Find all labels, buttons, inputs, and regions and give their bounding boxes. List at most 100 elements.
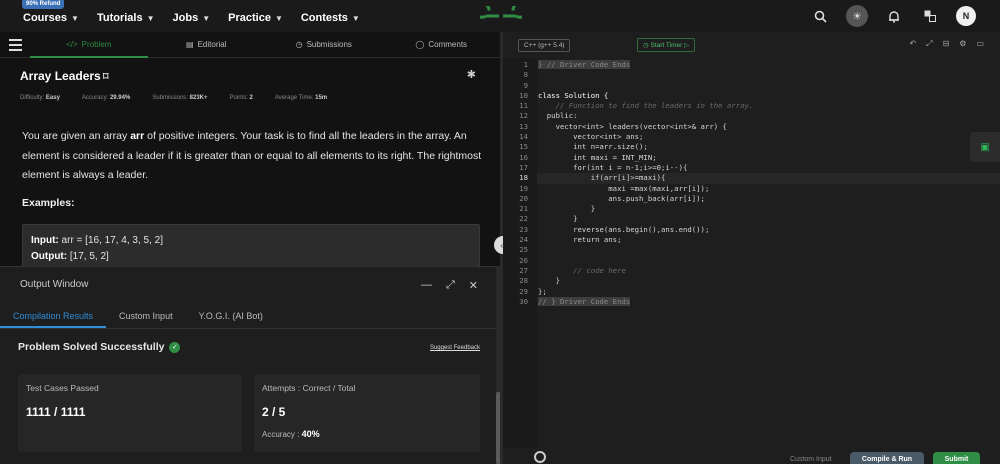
- tab-comments[interactable]: ◯ Comments: [383, 32, 501, 58]
- tab-custom-input[interactable]: Custom Input: [106, 303, 186, 328]
- settings-icon[interactable]: ⚙: [959, 39, 966, 49]
- code-line: 26: [519, 255, 528, 265]
- meta-submissions: Submissions: 823K+: [152, 95, 208, 101]
- chat-bubble-icon[interactable]: ▣: [970, 132, 1000, 162]
- report-bug-icon[interactable]: ✱: [467, 68, 476, 81]
- code-line: 12 public:: [519, 111, 578, 121]
- chat-icon: ◯: [415, 39, 425, 49]
- code-line: 27 // code here: [519, 265, 626, 275]
- clock-icon: ◷: [295, 39, 303, 49]
- code-line: 19 maxi =max(maxi,arr[i]);: [519, 183, 710, 193]
- code-line: 17 for(int i = n-1;i>=0;i--){: [519, 162, 688, 172]
- chevron-down-icon: ▼: [274, 13, 283, 23]
- problem-title: Array Leaders ⌑: [20, 69, 109, 83]
- editor-actions: ↶ ⤢ ⊟ ⚙ ▭: [909, 39, 984, 49]
- code-line: 1} // Driver Code Ends: [523, 60, 631, 69]
- code-line: 22 }: [519, 214, 578, 224]
- code-line: 21 }: [519, 204, 596, 214]
- code-line-active: 18 if(arr[i]>=maxi){: [503, 173, 1000, 184]
- custom-input-link[interactable]: Custom Input: [790, 456, 832, 463]
- editor-settings-icon[interactable]: [534, 451, 546, 463]
- code-line: 9: [523, 80, 528, 90]
- code-line: 30// } Driver Code Ends: [519, 296, 631, 306]
- theme-toggle-icon[interactable]: ☀: [846, 5, 868, 27]
- clear-icon[interactable]: ⊟: [943, 39, 950, 49]
- editor-toolbar: C++ (g++ 5.4) ◷ Start Timer ▷ ↶ ⤢ ⊟ ⚙ ▭: [503, 32, 1000, 58]
- tab-submissions[interactable]: ◷ Submissions: [265, 32, 383, 58]
- code-line: 20 ans.push_back(arr[i]);: [519, 193, 705, 203]
- translate-icon[interactable]: [920, 6, 940, 26]
- top-right-actions: ☀ N: [810, 5, 976, 27]
- meta-points: Points: 2: [229, 95, 253, 101]
- chevron-down-icon: ▼: [351, 13, 360, 23]
- test-cases-card: Test Cases Passed 1111 / 1111: [18, 374, 242, 452]
- chevron-down-icon: ▼: [202, 13, 211, 23]
- meta-accuracy: Accuracy: 29.94%: [81, 95, 131, 101]
- attempts-card: Attempts : Correct / Total 2 / 5 Accurac…: [254, 374, 480, 452]
- problem-tabbar: </> Problem ▤ Editorial ◷ Submissions ◯ Comm…: [0, 32, 500, 58]
- start-timer-button[interactable]: ◷ Start Timer ▷: [637, 38, 696, 52]
- tab-editorial[interactable]: ▤ Editorial: [148, 32, 266, 58]
- chevron-down-icon: ▼: [146, 13, 155, 23]
- attempts-value: 2 / 5: [262, 405, 286, 419]
- tab-yogi-ai-bot[interactable]: Y.O.G.I. (AI Bot): [186, 303, 276, 328]
- nav-menu: Courses ▼ Tutorials ▼ Jobs ▼ Practice ▼ Cont…: [23, 12, 360, 24]
- document-icon: ▤: [186, 39, 194, 49]
- check-circle-icon: ✓: [169, 341, 181, 353]
- problem-description: You are given an array arr of positive i…: [22, 130, 482, 181]
- tab-problem[interactable]: </> Problem: [30, 32, 148, 58]
- play-icon: ▷: [682, 42, 690, 49]
- nav-jobs[interactable]: Jobs ▼: [173, 12, 211, 24]
- nav-practice[interactable]: Practice ▼: [228, 12, 283, 24]
- examples-heading: Examples:: [22, 197, 75, 209]
- nav-contests[interactable]: Contests ▼: [301, 12, 360, 24]
- reset-icon[interactable]: ↶: [909, 39, 916, 49]
- meta-average-time: Average Time: 15m: [274, 95, 328, 101]
- gfg-logo[interactable]: [480, 6, 522, 26]
- compile-run-button[interactable]: Compile & Run: [850, 452, 924, 464]
- code-line: 8: [523, 70, 528, 80]
- code-line: 29};: [519, 286, 547, 296]
- editor-footer: [503, 448, 1000, 464]
- tab-compilation-results[interactable]: Compilation Results: [0, 303, 107, 328]
- minimize-icon[interactable]: —: [421, 279, 432, 292]
- expand-icon[interactable]: ▭: [976, 39, 984, 49]
- refund-badge[interactable]: 90% Refund: [22, 0, 65, 9]
- code-icon: </>: [66, 39, 78, 49]
- output-window: Output Window — ⤢ ✕ Compilation Results …: [0, 266, 500, 464]
- close-icon[interactable]: ✕: [469, 279, 478, 292]
- code-editor: C++ (g++ 5.4) ◷ Start Timer ▷ ↶ ⤢ ⊟ ⚙ ▭ …: [503, 32, 1000, 464]
- code-line: 24 return ans;: [519, 235, 622, 245]
- code-area[interactable]: 1} // Driver Code Ends 8 9 10 class Solut…: [503, 60, 1000, 307]
- code-line: 23 reverse(ans.begin(),ans.end());: [519, 224, 710, 234]
- code-line: 11 // Function to find the leaders in th…: [519, 101, 754, 111]
- code-line: 16 int maxi = INT_MIN;: [519, 152, 657, 162]
- code-line: 13 vector<int> leaders(vector<int>& arr)…: [519, 121, 727, 131]
- code-line: 28 }: [519, 276, 560, 286]
- nav-tutorials[interactable]: Tutorials ▼: [97, 12, 155, 24]
- chevron-down-icon: ▼: [71, 13, 79, 23]
- fullscreen-icon[interactable]: ⤢: [926, 39, 932, 49]
- meta-difficulty: Difficulty: Easy: [20, 95, 60, 101]
- output-window-controls: — ⤢ ✕: [421, 279, 478, 292]
- problem-meta: Difficulty: Easy Accuracy: 29.94% Submis…: [20, 95, 327, 101]
- example-box: Input: arr = [16, 17, 4, 3, 5, 2] Output…: [22, 224, 480, 272]
- expand-icon[interactable]: ⤢: [446, 279, 455, 292]
- code-line: 14 vector<int> ans;: [519, 132, 644, 142]
- accuracy-value: Accuracy : 40%: [262, 429, 320, 439]
- nav-courses[interactable]: Courses ▼: [23, 12, 79, 24]
- hamburger-menu-icon[interactable]: [0, 38, 30, 51]
- language-select[interactable]: C++ (g++ 5.4): [518, 38, 571, 52]
- solved-status: Problem Solved Successfully ✓: [18, 341, 181, 353]
- output-tabs: Compilation Results Custom Input Y.O.G.I…: [0, 303, 500, 329]
- submit-button[interactable]: Submit: [933, 452, 980, 464]
- test-cases-value: 1111 / 1111: [26, 405, 86, 419]
- top-navbar: 90% Refund Courses ▼ Tutorials ▼ Jobs ▼ Pra…: [0, 0, 1000, 32]
- suggest-feedback-link[interactable]: Suggest Feedback: [430, 345, 480, 351]
- search-icon[interactable]: [810, 6, 830, 26]
- bookmark-icon[interactable]: ⌑: [103, 70, 109, 83]
- bell-icon[interactable]: [884, 6, 904, 26]
- code-line: 25: [519, 245, 528, 255]
- code-line: 10 class Solution {: [519, 90, 609, 100]
- user-avatar[interactable]: N: [956, 6, 976, 26]
